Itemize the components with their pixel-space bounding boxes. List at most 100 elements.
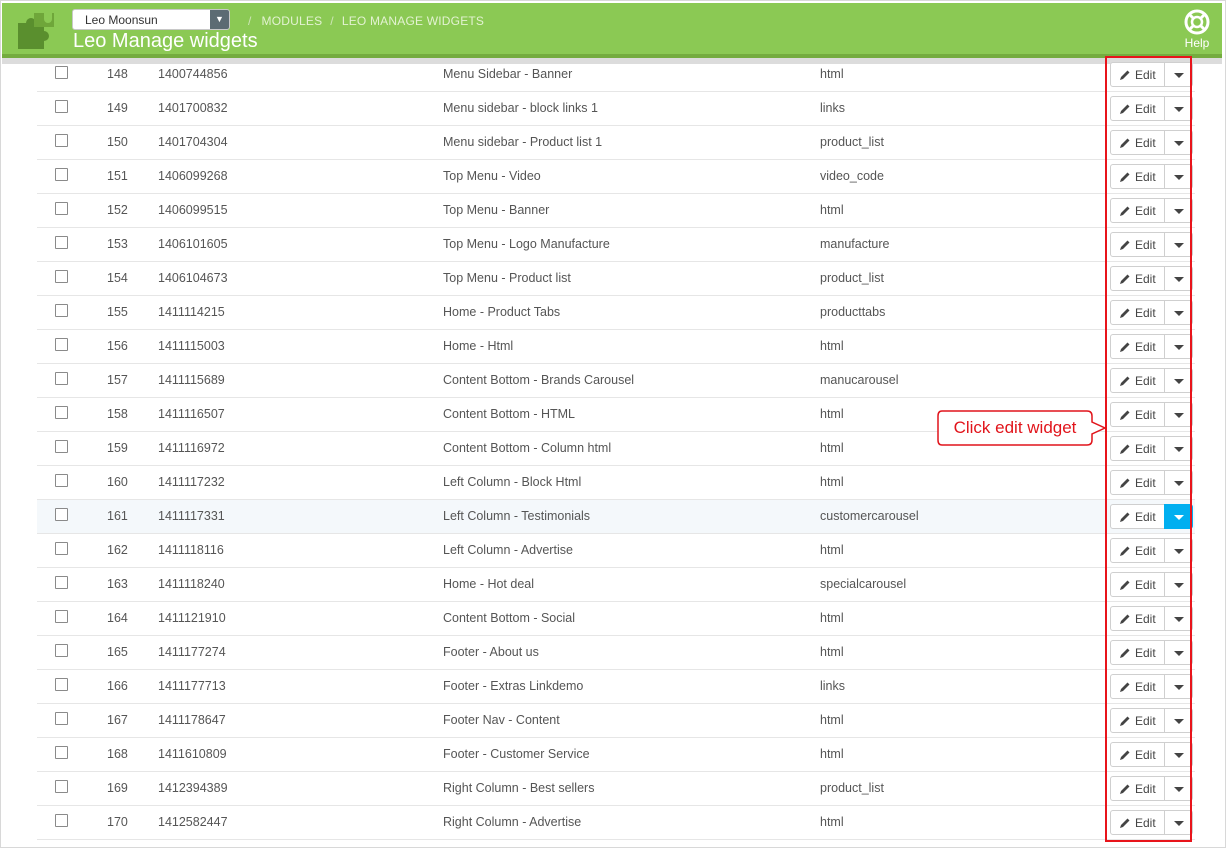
table-row: 169 1412394389 Right Column - Best sellers… <box>37 772 1195 806</box>
row-checkbox[interactable] <box>55 644 68 657</box>
row-widget-name: Top Menu - Video <box>443 169 541 183</box>
lifebuoy-icon <box>1184 9 1210 35</box>
row-widget-name: Content Bottom - Column html <box>443 441 612 455</box>
row-checkbox[interactable] <box>55 814 68 827</box>
row-id: 151 <box>107 169 128 183</box>
row-checkbox[interactable] <box>55 542 68 555</box>
row-key: 1411177274 <box>158 645 226 659</box>
row-widget-name: Content Bottom - Social <box>443 611 576 625</box>
row-id: 168 <box>107 747 128 761</box>
row-checkbox[interactable] <box>55 270 68 283</box>
row-key: 1400744856 <box>158 67 228 81</box>
row-widget-type: html <box>820 203 844 217</box>
row-id: 162 <box>107 543 128 557</box>
row-widget-type: html <box>820 611 844 625</box>
row-checkbox[interactable] <box>55 576 68 589</box>
row-id: 170 <box>107 815 128 829</box>
row-widget-type: customercarousel <box>820 509 919 523</box>
row-checkbox[interactable] <box>55 678 68 691</box>
help-button[interactable]: Help <box>1180 9 1214 50</box>
widgets-table: 148 1400744856 Menu Sidebar - Banner html Ed… <box>37 58 1195 840</box>
shop-select[interactable]: Leo Moonsun ▼ <box>72 9 230 30</box>
row-key: 1406104673 <box>158 271 228 285</box>
row-key: 1411116972 <box>158 441 225 455</box>
row-checkbox[interactable] <box>55 66 68 79</box>
row-id: 155 <box>107 305 128 319</box>
table-row: 153 1406101605 Top Menu - Logo Manufacture… <box>37 228 1195 262</box>
row-checkbox[interactable] <box>55 100 68 113</box>
row-id: 165 <box>107 645 128 659</box>
row-id: 150 <box>107 135 128 149</box>
table-row: 165 1411177274 Footer - About us html Edit <box>37 636 1195 670</box>
row-key: 1411121910 <box>158 611 226 625</box>
row-checkbox[interactable] <box>55 168 68 181</box>
row-widget-name: Right Column - Advertise <box>443 815 582 829</box>
shop-select-value: Leo Moonsun <box>85 13 158 27</box>
row-checkbox[interactable] <box>55 202 68 215</box>
row-checkbox[interactable] <box>55 610 68 623</box>
row-key: 1401704304 <box>158 135 228 149</box>
row-checkbox[interactable] <box>55 304 68 317</box>
row-widget-type: video_code <box>820 169 884 183</box>
puzzle-logo-icon <box>18 13 54 49</box>
row-widget-name: Footer - Customer Service <box>443 747 590 761</box>
page-title: Leo Manage widgets <box>73 30 258 52</box>
row-id: 154 <box>107 271 128 285</box>
row-checkbox[interactable] <box>55 236 68 249</box>
row-widget-type: html <box>820 815 844 829</box>
row-widget-name: Right Column - Best sellers <box>443 781 595 795</box>
row-id: 153 <box>107 237 128 251</box>
table-row: 156 1411115003 Home - Html html Edit <box>37 330 1195 364</box>
row-key: 1411118116 <box>158 543 224 557</box>
row-key: 1406099515 <box>158 203 228 217</box>
table-row: 154 1406104673 Top Menu - Product list prod… <box>37 262 1195 296</box>
row-id: 163 <box>107 577 128 591</box>
row-widget-name: Home - Product Tabs <box>443 305 561 319</box>
annotation-highlight-box <box>1105 56 1192 842</box>
row-checkbox[interactable] <box>55 746 68 759</box>
table-row: 150 1401704304 Menu sidebar - Product list… <box>37 126 1195 160</box>
help-label: Help <box>1184 36 1210 50</box>
row-widget-type: specialcarousel <box>820 577 907 591</box>
row-key: 1411115003 <box>158 339 225 353</box>
table-row: 167 1411178647 Footer Nav - Content html Edi… <box>37 704 1195 738</box>
row-checkbox[interactable] <box>55 508 68 521</box>
row-widget-name: Home - Html <box>443 339 514 353</box>
table-row: 170 1412582447 Right Column - Advertise htm… <box>37 806 1195 840</box>
table-row: 160 1411117232 Left Column - Block Html htm… <box>37 466 1195 500</box>
row-id: 157 <box>107 373 128 387</box>
page-header: Leo Moonsun ▼ / MODULES / LEO MANAGE WIDGET… <box>2 3 1222 54</box>
table-row: 163 1411118240 Home - Hot deal specialcarou… <box>37 568 1195 602</box>
row-key: 1406099268 <box>158 169 228 183</box>
row-checkbox[interactable] <box>55 134 68 147</box>
row-checkbox[interactable] <box>55 474 68 487</box>
row-widget-type: html <box>820 543 844 557</box>
row-widget-name: Menu sidebar - block links 1 <box>443 101 598 115</box>
row-key: 1411115689 <box>158 373 225 387</box>
row-widget-name: Footer - Extras Linkdemo <box>443 679 584 693</box>
row-id: 159 <box>107 441 128 455</box>
table-row: 148 1400744856 Menu Sidebar - Banner html Ed… <box>37 58 1195 92</box>
row-checkbox[interactable] <box>55 780 68 793</box>
row-id: 169 <box>107 781 128 795</box>
row-key: 1411177713 <box>158 679 226 693</box>
row-widget-name: Footer - About us <box>443 645 539 659</box>
row-id: 161 <box>107 509 128 523</box>
row-checkbox[interactable] <box>55 712 68 725</box>
row-widget-name: Top Menu - Product list <box>443 271 571 285</box>
row-widget-type: product_list <box>820 271 884 285</box>
breadcrumb-modules[interactable]: MODULES <box>262 14 323 28</box>
row-widget-name: Top Menu - Banner <box>443 203 550 217</box>
row-checkbox[interactable] <box>55 372 68 385</box>
row-checkbox[interactable] <box>55 406 68 419</box>
breadcrumb-leo-manage-widgets[interactable]: LEO MANAGE WIDGETS <box>342 14 484 28</box>
table-row: 168 1411610809 Footer - Customer Service ht… <box>37 738 1195 772</box>
row-widget-type: manufacture <box>820 237 890 251</box>
row-id: 148 <box>107 67 128 81</box>
row-widget-type: html <box>820 67 844 81</box>
row-widget-type: links <box>820 101 846 115</box>
row-key: 1411116507 <box>158 407 225 421</box>
row-checkbox[interactable] <box>55 338 68 351</box>
row-checkbox[interactable] <box>55 440 68 453</box>
table-row: 155 1411114215 Home - Product Tabs productt… <box>37 296 1195 330</box>
